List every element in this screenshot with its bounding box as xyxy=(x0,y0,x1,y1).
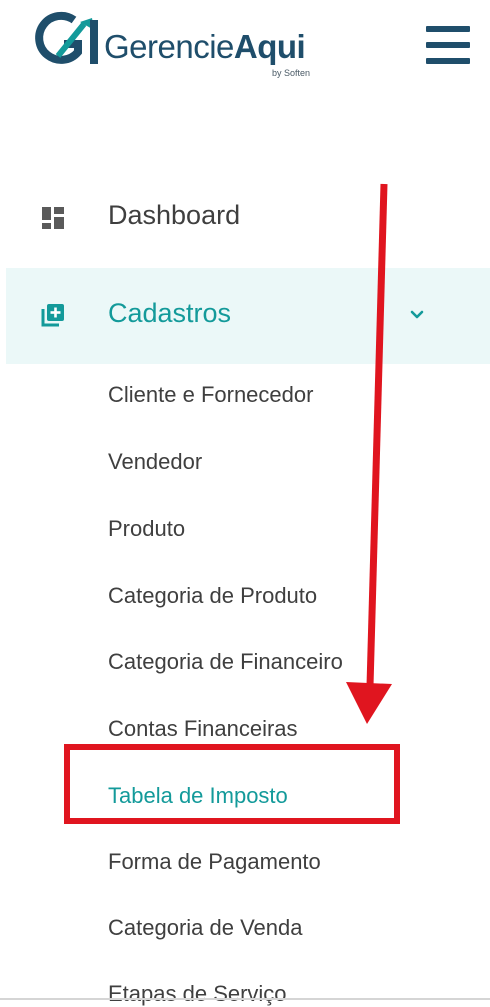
brand-byline: by Soften xyxy=(272,68,311,78)
brand-name-bold: Aqui xyxy=(233,28,306,65)
sidebar-item-cadastros[interactable]: Cadastros xyxy=(6,268,490,364)
submenu-item-cliente-fornecedor[interactable]: Cliente e Fornecedor xyxy=(108,382,313,408)
submenu-item-produto[interactable]: Produto xyxy=(108,516,185,542)
brand-name: GerencieAqui xyxy=(104,28,306,66)
dashboard-icon xyxy=(42,207,64,229)
submenu-item-etapas-servico[interactable]: Etapas de Serviço xyxy=(108,981,287,1007)
annotation-highlight-box xyxy=(64,744,400,824)
sidebar-item-label: Dashboard xyxy=(108,200,241,230)
chevron-down-icon[interactable] xyxy=(406,304,428,326)
logo-mark-icon xyxy=(35,11,98,64)
header: GerencieAqui by Soften xyxy=(0,0,490,100)
add-box-icon xyxy=(41,304,64,327)
submenu-item-forma-pagamento[interactable]: Forma de Pagamento xyxy=(108,849,321,875)
sidebar-item-label: Cadastros xyxy=(108,298,232,328)
brand-logo[interactable]: GerencieAqui by Soften xyxy=(34,10,334,82)
brand-name-regular: Gerencie xyxy=(104,28,234,65)
sidebar-item-dashboard[interactable]: Dashboard xyxy=(6,168,490,264)
hamburger-icon[interactable] xyxy=(426,26,470,64)
sidebar-divider xyxy=(0,998,490,1000)
submenu-item-categoria-produto[interactable]: Categoria de Produto xyxy=(108,583,317,609)
submenu-item-vendedor[interactable]: Vendedor xyxy=(108,449,202,475)
submenu-item-contas-financeiras[interactable]: Contas Financeiras xyxy=(108,716,298,742)
submenu-item-categoria-venda[interactable]: Categoria de Venda xyxy=(108,915,303,941)
submenu-item-categoria-financeiro[interactable]: Categoria de Financeiro xyxy=(108,649,343,675)
